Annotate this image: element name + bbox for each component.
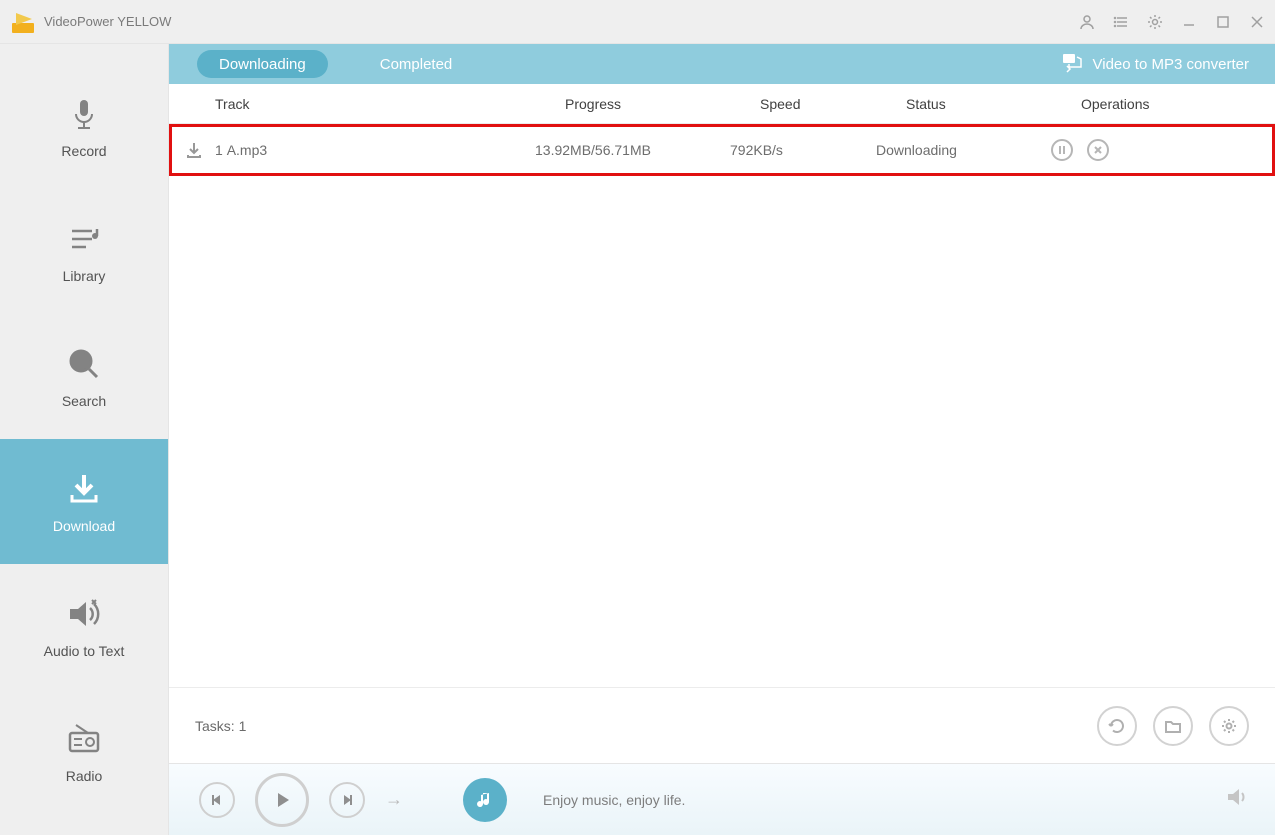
sidebar-item-label: Library xyxy=(63,268,106,284)
sidebar-item-label: Record xyxy=(61,143,106,159)
track-name: A.mp3 xyxy=(227,142,267,158)
table-row[interactable]: 1 A.mp3 13.92MB/56.71MB 792KB/s Download… xyxy=(169,124,1275,176)
sidebar-item-audio-to-text[interactable]: Audio to Text xyxy=(0,564,168,689)
table-header: Track Progress Speed Status Operations xyxy=(169,84,1275,124)
cancel-button[interactable] xyxy=(1087,139,1109,161)
player-bar: → Enjoy music, enjoy life. xyxy=(169,763,1275,835)
sidebar-item-label: Radio xyxy=(66,768,103,784)
maximize-button[interactable] xyxy=(1215,14,1231,30)
video-to-mp3-converter-button[interactable]: Video to MP3 converter xyxy=(1061,51,1275,77)
settings-gear-icon[interactable] xyxy=(1147,14,1163,30)
now-playing-icon xyxy=(463,778,507,822)
speaker-icon xyxy=(65,595,103,633)
sidebar-item-library[interactable]: Library xyxy=(0,189,168,314)
sidebar-item-label: Audio to Text xyxy=(44,643,125,659)
track-speed: 792KB/s xyxy=(730,142,876,158)
column-operations: Operations xyxy=(1081,96,1275,112)
tab-downloading[interactable]: Downloading xyxy=(197,50,328,78)
sidebar-item-record[interactable]: Record xyxy=(0,64,168,189)
status-bar: Tasks: 1 xyxy=(169,687,1275,763)
download-item-icon xyxy=(185,141,203,159)
track-progress: 13.92MB/56.71MB xyxy=(535,142,730,158)
account-icon[interactable] xyxy=(1079,14,1095,30)
title-bar: VideoPower YELLOW xyxy=(0,0,1275,44)
column-status: Status xyxy=(906,96,1081,112)
download-icon xyxy=(65,470,103,508)
now-playing-text: Enjoy music, enjoy life. xyxy=(543,792,1205,808)
refresh-button[interactable] xyxy=(1097,706,1137,746)
convert-icon xyxy=(1061,51,1083,77)
task-list-icon[interactable] xyxy=(1113,14,1129,30)
sidebar-item-label: Download xyxy=(53,518,115,534)
previous-button[interactable] xyxy=(199,782,235,818)
main-panel: Downloading Completed Video to MP3 conve… xyxy=(169,44,1275,835)
repeat-mode-icon[interactable]: → xyxy=(385,789,403,810)
sidebar-item-download[interactable]: Download xyxy=(0,439,168,564)
top-tab-bar: Downloading Completed Video to MP3 conve… xyxy=(169,44,1275,84)
track-status: Downloading xyxy=(876,142,1051,158)
open-folder-button[interactable] xyxy=(1153,706,1193,746)
close-button[interactable] xyxy=(1249,14,1265,30)
sidebar-item-label: Search xyxy=(62,393,106,409)
microphone-icon xyxy=(65,95,103,133)
tasks-count: Tasks: 1 xyxy=(195,718,1097,734)
converter-label: Video to MP3 converter xyxy=(1093,56,1249,73)
column-progress: Progress xyxy=(565,96,760,112)
minimize-button[interactable] xyxy=(1181,14,1197,30)
download-list: 1 A.mp3 13.92MB/56.71MB 792KB/s Download… xyxy=(169,124,1275,687)
volume-button[interactable] xyxy=(1225,785,1249,814)
column-speed: Speed xyxy=(760,96,906,112)
library-icon xyxy=(65,220,103,258)
column-track: Track xyxy=(215,96,565,112)
sidebar-item-search[interactable]: Search xyxy=(0,314,168,439)
play-button[interactable] xyxy=(255,773,309,827)
track-index: 1 xyxy=(215,142,223,158)
radio-icon xyxy=(65,720,103,758)
next-button[interactable] xyxy=(329,782,365,818)
sidebar-item-radio[interactable]: Radio xyxy=(0,689,168,814)
app-title: VideoPower YELLOW xyxy=(44,14,1079,29)
sidebar: Record Library Search Download Audio to … xyxy=(0,44,169,835)
download-settings-button[interactable] xyxy=(1209,706,1249,746)
tab-completed[interactable]: Completed xyxy=(358,50,475,78)
app-logo xyxy=(10,9,36,35)
pause-button[interactable] xyxy=(1051,139,1073,161)
search-icon xyxy=(65,345,103,383)
